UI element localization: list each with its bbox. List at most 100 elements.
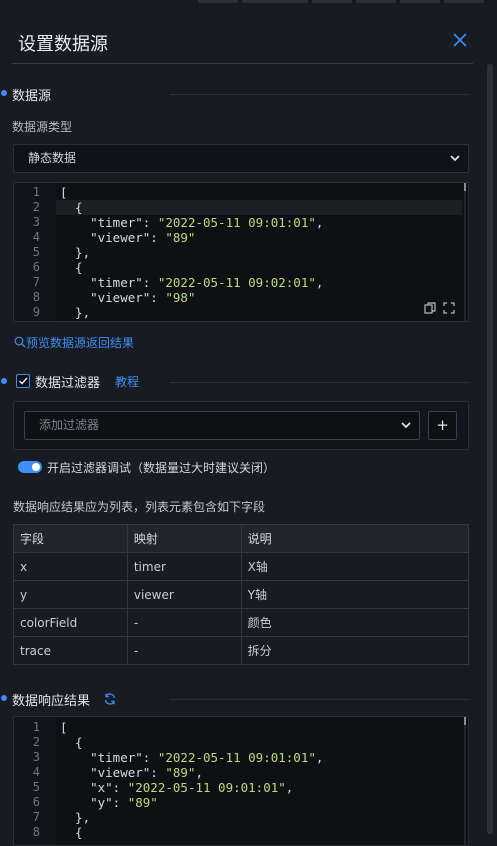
filter-enable-checkbox[interactable] [16,374,30,388]
editor-line-number: 2 [32,200,40,214]
table-row: y viewer Y轴 [13,580,470,609]
editor-code-line: "y": "89" [60,795,158,810]
table-cell: colorField [13,608,128,637]
string-token: "2022-05-11 09:02:01" [157,275,316,290]
top-toolbar-strip [0,0,497,6]
editor-line-number: 7 [32,275,40,289]
fields-table-intro: 数据响应结果应为列表，列表元素包含如下字段 [13,500,266,514]
table-header-cell: 字段 [13,524,128,553]
editor-code-line: "timer": "2022-05-11 09:02:01", [60,275,324,290]
editor-line-number: 4 [32,765,40,779]
fields-table: 字段 映射 说明 x timer X轴 y viewer Y轴 colorFie… [13,524,470,665]
response-code-editor[interactable]: 1 2 3 4 5 6 7 8 [ { "timer": "2022-05-11 09:01:0… [13,716,469,846]
toolbar-tab[interactable] [356,0,396,3]
string-token: "89" [165,765,196,780]
section-title-response: 数据响应结果 [12,694,91,709]
string-token: "89" [127,795,158,810]
editor-code-line: "viewer": "89" [60,230,196,245]
panel-scrollbar[interactable] [487,64,493,834]
add-filter-select[interactable]: 添加过滤器 [24,411,420,440]
section-title-datasource: 数据源 [12,89,52,104]
table-cell: Y轴 [240,580,470,609]
editor-line-number: 3 [32,750,40,764]
chevron-down-icon [401,422,411,429]
section-divider [170,382,469,383]
panel-title: 设置数据源 [18,34,108,55]
editor-code-line: [ [60,720,68,735]
table-cell: X轴 [240,552,470,581]
editor-line-number: 3 [32,215,40,229]
toolbar-tab[interactable] [312,0,352,3]
string-token: "2022-05-11 09:01:01" [157,215,316,230]
editor-code-line: "viewer": "89", [60,765,203,780]
editor-line-number: 4 [32,230,40,244]
editor-code-line: { [60,825,83,840]
editor-line-number: 8 [32,825,40,839]
editor-code-line: }, [60,810,91,825]
table-header-row: 字段 映射 说明 [13,524,470,553]
close-icon[interactable] [451,31,469,49]
editor-line-number: 7 [32,810,40,824]
filter-container: 添加过滤器 + [13,401,469,450]
header-divider [12,63,473,64]
search-icon [14,336,26,348]
add-filter-button[interactable]: + [428,411,457,440]
editor-code-line: { [60,200,83,215]
editor-scrollbar-thumb[interactable] [464,183,466,191]
section-title-filter: 数据过滤器 [35,376,101,391]
toolbar-tab[interactable] [198,0,238,3]
table-header-cell: 说明 [240,524,470,553]
editor-line-number: 6 [32,795,40,809]
table-cell: 拆分 [240,636,470,665]
editor-code-line: "timer": "2022-05-11 09:01:01", [60,750,324,765]
editor-code-line: }, [60,245,91,260]
copy-icon[interactable] [424,302,436,314]
filter-debug-toggle[interactable] [18,461,42,473]
tutorial-link[interactable]: 教程 [115,373,139,390]
editor-code-line: { [60,260,83,275]
editor-code-line: "viewer": "98" [60,290,196,305]
editor-code-line: "timer": "2022-05-11 09:01:01", [60,215,324,230]
panel-scrollbar-thumb[interactable] [487,64,493,834]
table-row: x timer X轴 [13,552,470,581]
preview-datasource-link[interactable]: 预览数据源返回结果 [14,334,134,351]
check-icon [18,377,28,385]
section-bullet [1,695,7,701]
add-filter-placeholder: 添加过滤器 [39,418,100,432]
refresh-icon[interactable] [103,692,117,706]
editor-line-number: 6 [32,260,40,274]
editor-scrollbar-thumb[interactable] [464,717,466,725]
preview-datasource-label: 预览数据源返回结果 [26,336,135,350]
toolbar-tab[interactable] [400,0,440,3]
table-cell: - [126,636,242,665]
table-cell: x [13,552,128,581]
editor-line-number: 1 [32,185,40,199]
editor-line-number: 5 [32,780,40,794]
table-cell: trace [13,636,128,665]
chevron-down-icon [450,155,460,162]
string-token: "98" [165,290,196,305]
section-divider [170,94,469,95]
editor-line-number: 2 [32,735,40,749]
filter-debug-label: 开启过滤器调试（数据量过大时建议关闭） [47,461,276,475]
editor-scrollbar[interactable] [464,183,466,321]
table-row: trace - 拆分 [13,636,470,665]
table-cell: y [13,580,128,609]
string-token: "2022-05-11 09:01:01" [157,750,316,765]
fullscreen-icon[interactable] [443,302,455,314]
datasource-type-select[interactable]: 静态数据 [13,144,469,173]
editor-line-number: 5 [32,245,40,259]
table-cell: 颜色 [240,608,470,637]
datasource-code-editor[interactable]: 1 2 3 4 5 6 7 8 9 [ { "timer": "2022-05-11 09:01:… [13,182,469,322]
section-bullet [1,378,7,384]
toolbar-tab[interactable] [242,0,308,3]
section-bullet [1,90,7,96]
table-header-cell: 映射 [126,524,242,553]
editor-line-number: 8 [32,290,40,304]
editor-line-number: 1 [32,720,40,734]
toolbar-tab[interactable] [444,0,484,3]
datasource-type-value: 静态数据 [28,151,77,165]
editor-scrollbar[interactable] [464,717,466,845]
editor-code-line: [ [60,185,68,200]
table-cell: - [126,608,242,637]
